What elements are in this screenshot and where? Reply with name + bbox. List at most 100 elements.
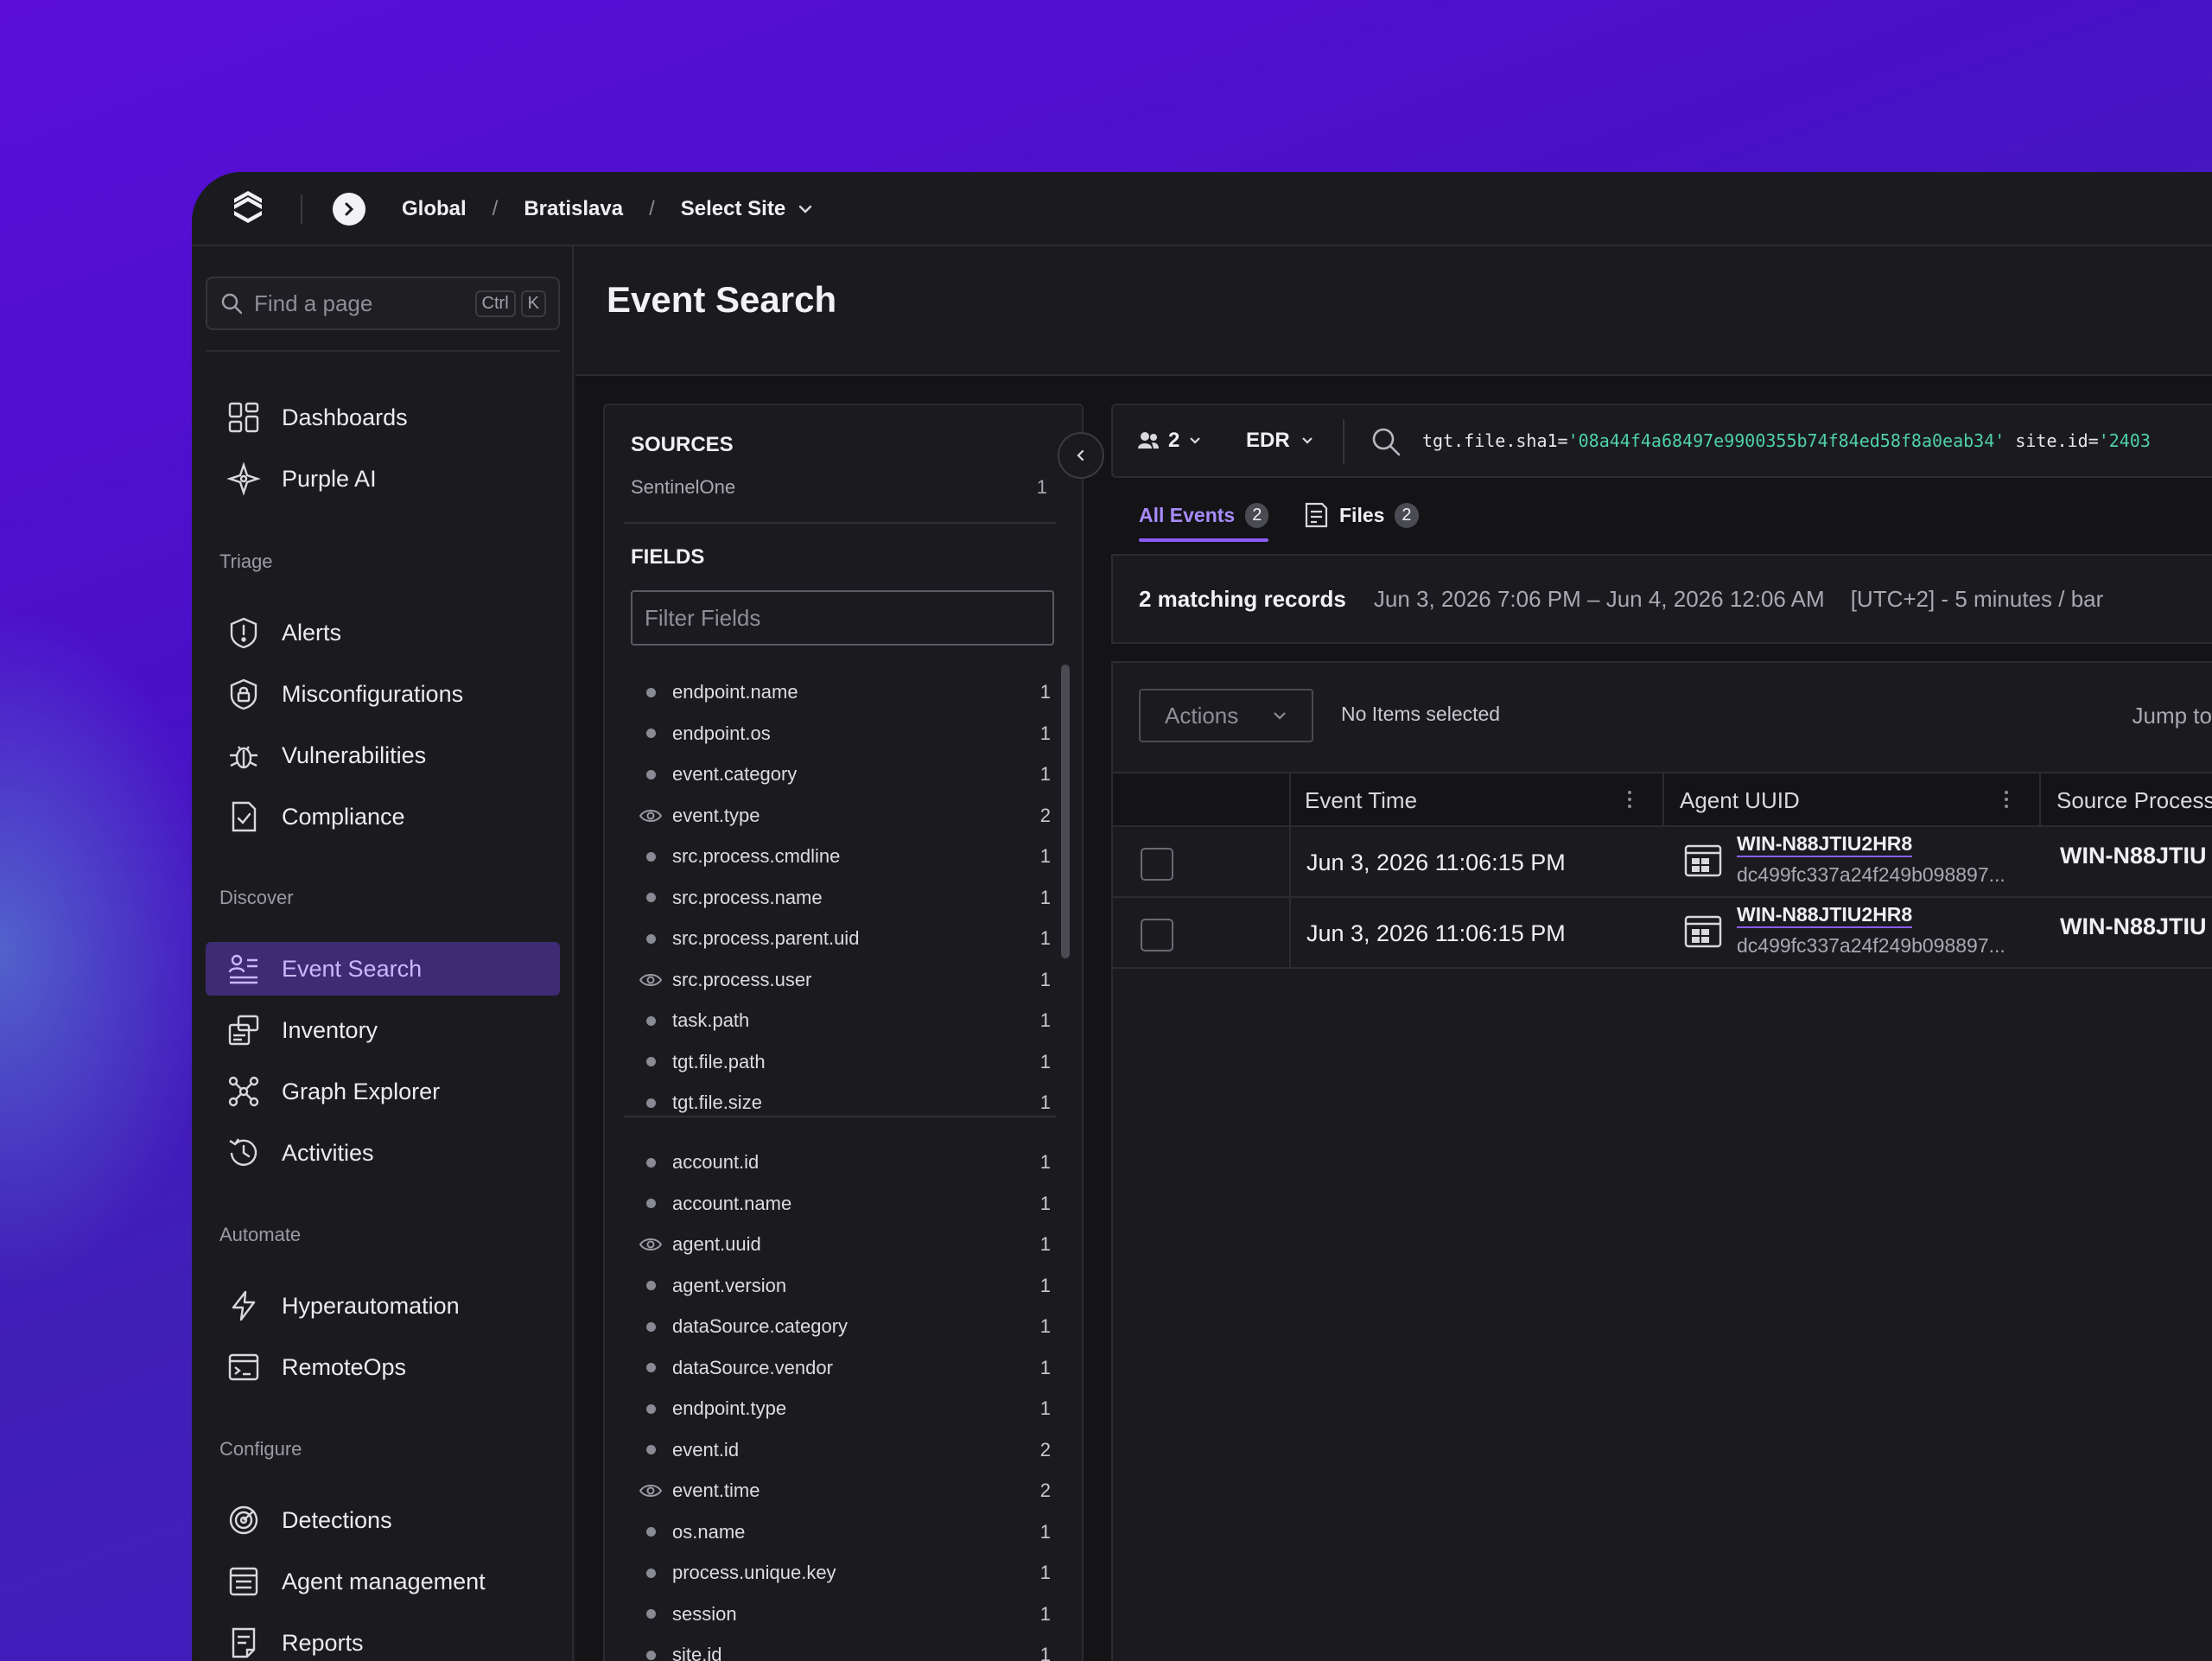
field-dot-icon [638, 933, 664, 944]
table-row[interactable]: Jun 3, 2026 11:06:15 PM WIN-N88JTIU2HR8 … [1113, 827, 2212, 898]
table-row[interactable]: Jun 3, 2026 11:06:15 PM WIN-N88JTIU2HR8 … [1113, 898, 2212, 969]
field-name: event.time [672, 1480, 760, 1501]
timezone-interval: [UTC+2] - 5 minutes / bar [1850, 585, 2104, 612]
sidebar-item-vulnerabilities[interactable]: Vulnerabilities [206, 729, 560, 782]
sidebar-item-compliance[interactable]: Compliance [206, 790, 560, 843]
sidebar-item-remoteops[interactable]: RemoteOps [206, 1340, 560, 1394]
field-row[interactable]: tgt.file.size 1 [638, 1085, 1051, 1120]
sidebar-item-label: RemoteOps [282, 1353, 407, 1380]
sidebar-item-purple-ai[interactable]: Purple AI [206, 452, 560, 506]
chevron-down-icon [1190, 437, 1201, 444]
field-row[interactable]: dataSource.vendor 1 [638, 1351, 1051, 1385]
report-icon [232, 1627, 256, 1658]
tab-files[interactable]: Files 2 [1303, 493, 1419, 537]
field-row[interactable]: account.name 1 [638, 1187, 1051, 1221]
search-icon[interactable] [1369, 424, 1403, 459]
field-row[interactable]: os.name 1 [638, 1515, 1051, 1550]
field-name: session [672, 1602, 737, 1625]
field-name: agent.version [672, 1274, 787, 1296]
field-row[interactable]: session 1 [638, 1597, 1051, 1632]
field-row[interactable]: src.process.name 1 [638, 881, 1051, 915]
sidebar-item-graph-explorer[interactable]: Graph Explorer [206, 1065, 560, 1118]
agent-name-link[interactable]: WIN-N88JTIU2HR8 [1737, 832, 1913, 857]
sentinelone-logo-icon[interactable] [226, 186, 270, 229]
sidebar-item-event-search[interactable]: Event Search [206, 942, 560, 996]
field-row[interactable]: agent.uuid 1 [638, 1227, 1051, 1262]
table-header: Event Time Agent UUID Source Process [1113, 772, 2212, 827]
field-row[interactable]: task.path 1 [638, 1003, 1051, 1038]
jump-to-link[interactable]: Jump to [2133, 703, 2212, 729]
breadcrumb-bratislava[interactable]: Bratislava [524, 197, 623, 221]
select-site-dropdown[interactable]: Select Site [681, 197, 813, 221]
sidebar-item-alerts[interactable]: Alerts [206, 606, 560, 659]
query-bar-separator [1343, 419, 1344, 464]
field-row[interactable]: agent.version 1 [638, 1269, 1051, 1303]
field-dot-icon [638, 1363, 664, 1372]
field-row[interactable]: event.type 2 [638, 799, 1051, 833]
column-menu-icon[interactable] [2005, 791, 2008, 811]
agent-uuid-value: dc499fc337a24f249b098897... [1737, 863, 2005, 886]
inventory-icon [228, 1015, 259, 1046]
sidebar-item-label: Activities [282, 1139, 374, 1166]
time-range[interactable]: Jun 3, 2026 7:06 PM – Jun 4, 2026 12:06 … [1374, 586, 1825, 613]
field-row[interactable]: process.unique.key 1 [638, 1556, 1051, 1590]
sidebar-item-dashboards[interactable]: Dashboards [206, 391, 560, 444]
field-row[interactable]: src.process.user 1 [638, 963, 1051, 997]
filter-fields-input[interactable]: Filter Fields [631, 590, 1054, 646]
field-row[interactable]: dataSource.category 1 [638, 1309, 1051, 1344]
row-checkbox[interactable] [1141, 848, 1173, 881]
windows-endpoint-icon [1684, 844, 1722, 877]
purple-ai-icon [226, 461, 261, 496]
field-count: 1 [1039, 681, 1051, 703]
fields-scrollbar[interactable] [1061, 665, 1070, 958]
field-row[interactable]: endpoint.os 1 [638, 716, 1051, 751]
sidebar-item-label: Alerts [282, 619, 342, 646]
field-count: 1 [1039, 1397, 1051, 1419]
row-checkbox[interactable] [1141, 919, 1173, 951]
sidebar-item-reports[interactable]: Reports [206, 1616, 560, 1661]
sidebar-item-detections[interactable]: Detections [206, 1493, 560, 1547]
data-source-dropdown[interactable]: EDR [1246, 429, 1314, 453]
nav-section-configure: Configure [219, 1438, 302, 1460]
field-row[interactable]: endpoint.name 1 [638, 675, 1051, 710]
column-header-event-time[interactable]: Event Time [1305, 773, 1417, 827]
field-row[interactable]: src.process.parent.uid 1 [638, 921, 1051, 956]
breadcrumb: Global / Bratislava / Select Site [402, 172, 813, 246]
field-dot-icon [638, 1609, 664, 1619]
breadcrumb-global[interactable]: Global [402, 197, 467, 221]
agent-list-icon [229, 1567, 258, 1596]
column-header-agent-uuid[interactable]: Agent UUID [1680, 773, 1800, 827]
sources-heading: SOURCES [631, 433, 734, 456]
field-row[interactable]: account.id 1 [638, 1145, 1051, 1180]
scope-users-dropdown[interactable]: 2 [1137, 429, 1202, 453]
bug-icon [230, 746, 257, 769]
agent-name-link[interactable]: WIN-N88JTIU2HR8 [1737, 903, 1913, 928]
field-row[interactable]: event.id 2 [638, 1433, 1051, 1467]
column-divider [1289, 773, 1291, 825]
field-row[interactable]: src.process.cmdline 1 [638, 839, 1051, 874]
sidebar-item-agent-management[interactable]: Agent management [206, 1555, 560, 1608]
field-row[interactable]: event.category 1 [638, 757, 1051, 792]
sidebar-item-hyperautomation[interactable]: Hyperautomation [206, 1279, 560, 1333]
tab-all-events[interactable]: All Events 2 [1139, 493, 1269, 542]
query-input[interactable]: tgt.file.sha1='08a44f4a68497e9900355b74f… [1422, 430, 2151, 451]
collapse-fields-button[interactable] [1058, 432, 1104, 479]
find-page-input[interactable]: Find a page Ctrl K [206, 277, 560, 330]
sidebar-item-label: Reports [282, 1629, 364, 1656]
chevron-right-icon [345, 202, 354, 216]
chevron-down-icon [1301, 437, 1313, 444]
scope-expand-button[interactable] [333, 193, 365, 226]
field-dot-icon [638, 893, 664, 902]
sidebar-item-activities[interactable]: Activities [206, 1126, 560, 1180]
actions-dropdown[interactable]: Actions [1139, 689, 1313, 742]
column-menu-icon[interactable] [1628, 791, 1631, 811]
sidebar-item-misconfigurations[interactable]: Misconfigurations [206, 667, 560, 721]
source-row-sentinelone[interactable]: SentinelOne 1 [631, 476, 1047, 499]
field-row[interactable]: endpoint.type 1 [638, 1391, 1051, 1426]
column-header-source-process[interactable]: Source Process [2056, 773, 2212, 827]
field-row[interactable]: event.time 2 [638, 1473, 1051, 1508]
sidebar-item-inventory[interactable]: Inventory [206, 1003, 560, 1057]
field-row[interactable]: site.id 1 [638, 1638, 1051, 1661]
field-dot-icon [638, 851, 664, 862]
field-row[interactable]: tgt.file.path 1 [638, 1045, 1051, 1079]
